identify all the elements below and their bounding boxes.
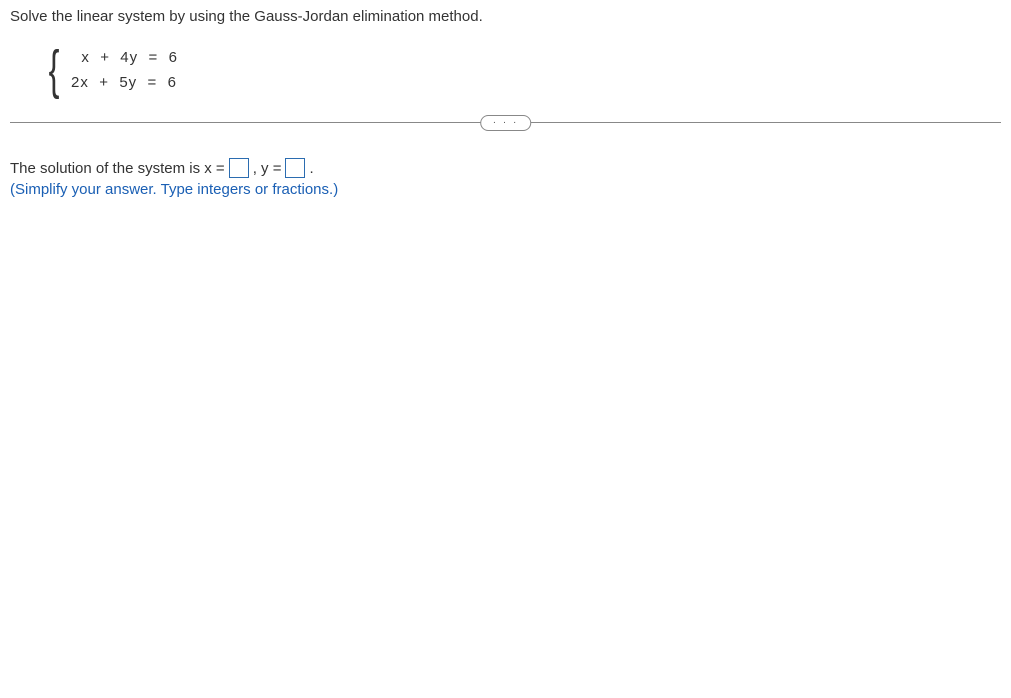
expand-button[interactable]: · · · xyxy=(480,115,532,131)
answer-section: The solution of the system is x = , y = … xyxy=(10,158,1001,198)
equation-1: x + 4y = 6 xyxy=(71,49,178,66)
answer-instruction: (Simplify your answer. Type integers or … xyxy=(10,181,1001,198)
equations-block: x + 4y = 6 2x + 5y = 6 xyxy=(71,49,178,91)
equation-system: { x + 4y = 6 2x + 5y = 6 xyxy=(45,43,1001,97)
left-brace: { xyxy=(49,43,60,97)
answer-mid: , y = xyxy=(253,160,282,177)
question-prompt: Solve the linear system by using the Gau… xyxy=(10,8,1001,25)
answer-suffix: . xyxy=(309,160,313,177)
answer-prefix: The solution of the system is x = xyxy=(10,160,225,177)
answer-line: The solution of the system is x = , y = … xyxy=(10,158,1001,178)
answer-input-x[interactable] xyxy=(229,158,249,178)
divider-container: · · · xyxy=(10,122,1001,123)
answer-input-y[interactable] xyxy=(285,158,305,178)
equation-2: 2x + 5y = 6 xyxy=(71,74,178,91)
